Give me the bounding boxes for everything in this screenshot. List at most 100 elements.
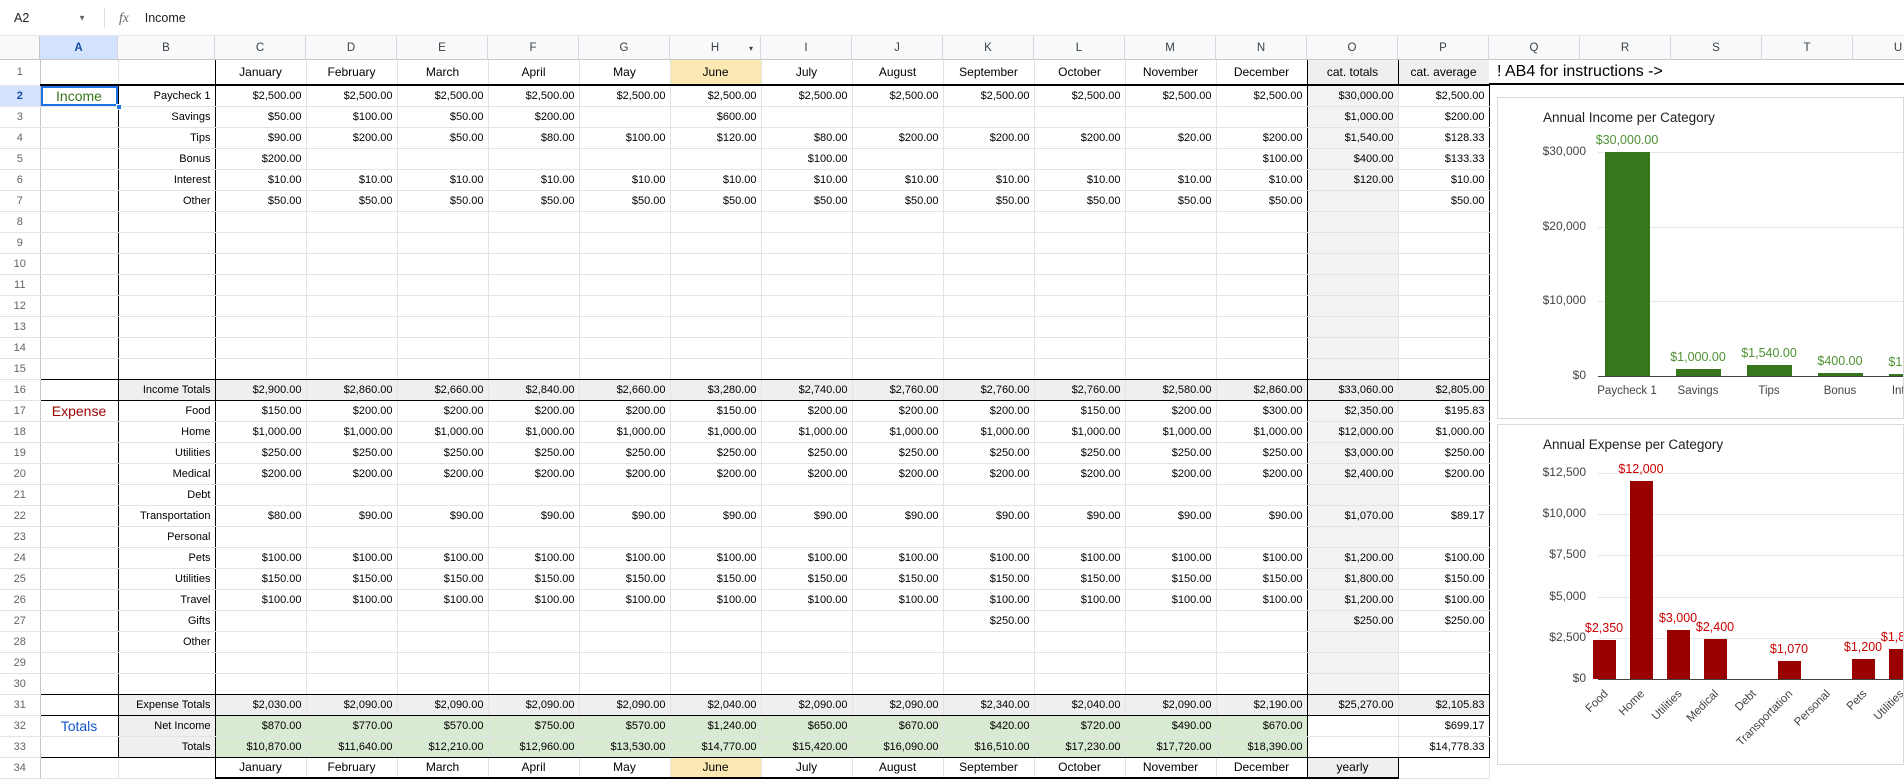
cell[interactable] [40,547,119,569]
cell[interactable] [1034,253,1126,275]
cell[interactable] [579,631,671,653]
cat-average-cell[interactable]: $10.00 [1398,169,1490,191]
cell[interactable] [1216,106,1308,128]
month-header-december[interactable]: December [1216,60,1308,86]
cell[interactable]: $50.00 [670,190,762,212]
cell[interactable] [579,274,671,296]
cell[interactable]: $10.00 [1125,169,1217,191]
cell[interactable] [943,295,1035,317]
cell[interactable]: $100.00 [852,547,944,569]
row-header-22[interactable]: 22 [0,505,41,527]
cell[interactable]: $1,000.00 [1216,421,1308,443]
cat-average-cell[interactable] [1398,274,1490,296]
cell[interactable]: $50.00 [852,190,944,212]
cell[interactable]: $200.00 [215,148,307,170]
cell[interactable]: $100.00 [852,589,944,611]
cell[interactable]: $2,500.00 [670,85,762,107]
cell[interactable]: $670.00 [852,715,944,737]
cell[interactable]: $2,090.00 [1125,694,1217,716]
cell[interactable]: $1,000.00 [579,421,671,443]
cell[interactable]: $100.00 [1216,589,1308,611]
cell[interactable]: $50.00 [1034,190,1126,212]
row-header-33[interactable]: 33 [0,736,41,758]
month-header-june[interactable]: June [670,60,762,86]
cell[interactable] [397,274,489,296]
cell[interactable]: $1,240.00 [670,715,762,737]
cat-total-cell[interactable] [1307,526,1399,548]
cell[interactable] [397,148,489,170]
cat-total-cell[interactable]: $1,200.00 [1307,589,1399,611]
row-label[interactable]: Gifts [118,610,216,632]
cell[interactable] [40,736,119,758]
cell[interactable]: $200.00 [1216,127,1308,149]
cell[interactable]: $50.00 [488,190,580,212]
cat-total-cell[interactable] [1307,190,1399,212]
cat-average-cell[interactable]: $1,000.00 [1398,421,1490,443]
cell[interactable] [306,484,398,506]
cell[interactable]: $100.00 [761,148,853,170]
month-footer-october[interactable]: October [1034,757,1126,779]
cell[interactable] [40,673,119,695]
cell[interactable]: $2,500.00 [215,85,307,107]
cell[interactable]: $2,040.00 [1034,694,1126,716]
cell[interactable] [488,484,580,506]
cell[interactable] [1216,526,1308,548]
cell[interactable]: $650.00 [761,715,853,737]
cat-average-cell[interactable]: $150.00 [1398,568,1490,590]
cell[interactable] [852,316,944,338]
column-header-U[interactable]: U [1853,36,1904,60]
cell[interactable]: $1,000.00 [943,421,1035,443]
cat-total-cell[interactable] [1307,232,1399,254]
cell[interactable] [943,673,1035,695]
cell[interactable] [579,106,671,128]
cell[interactable]: $670.00 [1216,715,1308,737]
row-header-20[interactable]: 20 [0,463,41,485]
cell[interactable]: $100.00 [397,589,489,611]
cell[interactable] [118,253,216,275]
cell[interactable] [488,631,580,653]
row-label[interactable]: Utilities [118,442,216,464]
cell[interactable] [1216,211,1308,233]
cell[interactable]: $200.00 [1034,463,1126,485]
chart-annual-expense[interactable]: Annual Expense per Category $0 $2,500 $5,00… [1497,424,1904,765]
cell[interactable] [1034,106,1126,128]
cell[interactable]: $150.00 [579,568,671,590]
cell[interactable]: $90.00 [1216,505,1308,527]
cell[interactable]: $250.00 [1034,442,1126,464]
cell[interactable]: $150.00 [1034,400,1126,422]
cat-total-cell[interactable] [1307,631,1399,653]
row-label[interactable]: Bonus [118,148,216,170]
cell[interactable]: $80.00 [488,127,580,149]
cell[interactable]: $1,000.00 [306,421,398,443]
cell[interactable] [397,295,489,317]
cell[interactable] [761,274,853,296]
cell[interactable]: $100.00 [579,127,671,149]
cat-average-cell[interactable] [1398,316,1490,338]
row-header-7[interactable]: 7 [0,190,41,212]
cell[interactable]: $50.00 [306,190,398,212]
cell[interactable]: $2,860.00 [306,379,398,401]
cell[interactable]: $420.00 [943,715,1035,737]
cell[interactable] [40,337,119,359]
cell[interactable] [943,484,1035,506]
cell[interactable]: $2,500.00 [579,85,671,107]
cell[interactable]: $750.00 [488,715,580,737]
cell[interactable] [1125,652,1217,674]
cat-total-cell[interactable] [1307,484,1399,506]
cat-totals-header[interactable]: cat. totals [1307,60,1399,86]
month-footer-january[interactable]: January [215,757,307,779]
cell[interactable] [397,673,489,695]
cell[interactable] [1125,358,1217,380]
cat-average-cell[interactable] [1398,652,1490,674]
cell[interactable] [943,253,1035,275]
cell[interactable] [852,673,944,695]
cell[interactable] [397,631,489,653]
cell[interactable] [215,673,307,695]
cell[interactable]: $90.00 [397,505,489,527]
cell[interactable] [670,673,762,695]
cell[interactable] [943,106,1035,128]
cell[interactable] [118,673,216,695]
cat-total-cell[interactable] [1307,295,1399,317]
column-header-R[interactable]: R [1580,36,1671,60]
cell[interactable]: $200.00 [761,463,853,485]
